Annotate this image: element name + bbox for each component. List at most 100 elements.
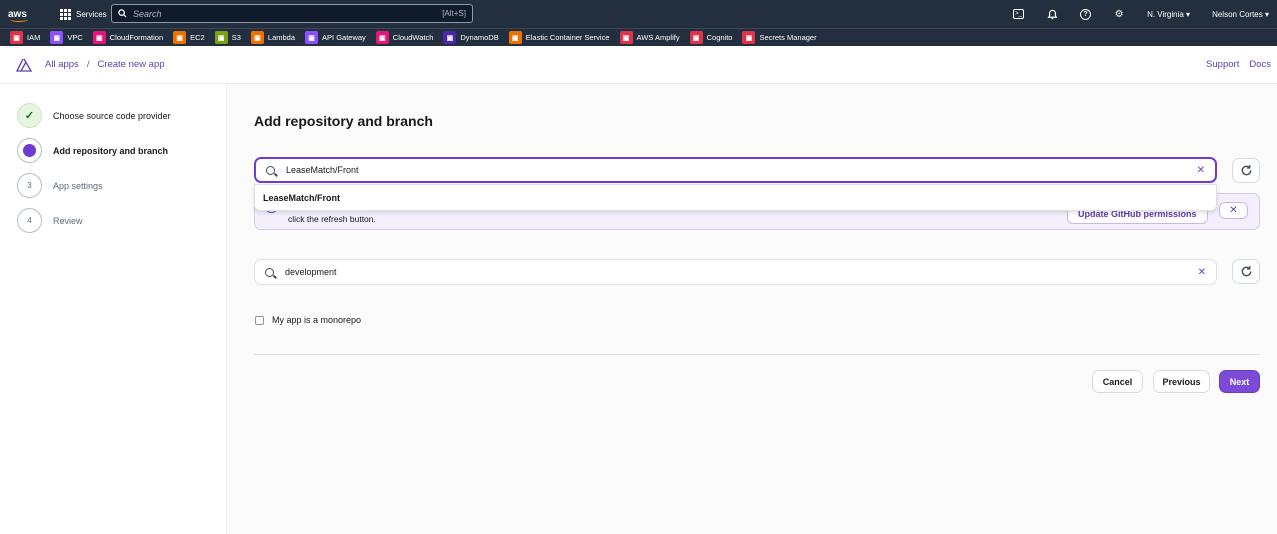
refresh-icon <box>1241 165 1251 176</box>
docs-link[interactable]: Docs <box>1249 59 1271 70</box>
breadcrumb-create-new-app[interactable]: Create new app <box>97 59 164 70</box>
global-search-input[interactable]: Search [Alt+S] <box>111 4 473 23</box>
favorite-label: EC2 <box>190 33 205 42</box>
refresh-icon <box>1241 266 1251 277</box>
step-label: Choose source code provider <box>53 110 171 121</box>
check-icon: ✓ <box>17 103 42 128</box>
favorite-cloudwatch[interactable]: ▣ CloudWatch <box>375 31 434 44</box>
alert-text: click the refresh button. <box>288 214 376 224</box>
step-choose-source[interactable]: ✓ Choose source code provider <box>17 103 171 128</box>
search-placeholder: Search <box>133 8 162 19</box>
favorite-secrets-manager[interactable]: ▣ Secrets Manager <box>742 31 817 44</box>
step-number: 4 <box>17 208 42 233</box>
favorite-label: IAM <box>27 33 41 42</box>
amplify-icon: ▣ <box>619 31 633 44</box>
repository-value: LeaseMatch/Front <box>286 165 359 175</box>
favorite-label: CloudFormation <box>109 33 164 42</box>
favorite-vpc[interactable]: ▣ VPC <box>50 31 83 44</box>
favorite-amplify[interactable]: ▣ AWS Amplify <box>619 31 680 44</box>
cancel-button[interactable]: Cancel <box>1092 370 1143 393</box>
aws-smile-icon <box>10 17 28 22</box>
branch-value: development <box>285 267 337 277</box>
wizard-steps: ✓ Choose source code provider Add reposi… <box>0 84 227 534</box>
breadcrumb-separator: / <box>86 59 90 70</box>
region-selector[interactable]: N. Virginia ▾ <box>1147 10 1190 19</box>
monorepo-checkbox[interactable]: My app is a monorepo <box>255 315 361 325</box>
step-label: Review <box>53 215 83 226</box>
step-add-repository[interactable]: Add repository and branch <box>17 138 168 163</box>
services-label: Services <box>76 9 107 19</box>
favorite-label: API Gateway <box>322 33 366 42</box>
favorite-label: Lambda <box>267 33 296 42</box>
cognito-icon: ▣ <box>689 31 703 44</box>
search-icon <box>265 267 274 277</box>
step-current-indicator <box>17 138 42 163</box>
favorite-lambda[interactable]: ▣ Lambda <box>250 31 296 44</box>
cloudwatch-icon: ▣ <box>375 31 389 44</box>
repository-option[interactable]: LeaseMatch/Front <box>254 184 1217 211</box>
favorite-label: Cognito <box>706 33 733 42</box>
breadcrumb-all-apps[interactable]: All apps <box>45 59 79 70</box>
cloudformation-icon: ▣ <box>92 31 106 44</box>
favorite-label: CloudWatch <box>392 33 434 42</box>
step-label: App settings <box>53 180 103 191</box>
favorite-label: Elastic Container Service <box>525 33 610 42</box>
dismiss-alert-button[interactable]: ✕ <box>1219 202 1248 219</box>
gear-icon[interactable]: ⚙ <box>1113 8 1125 20</box>
support-link[interactable]: Support <box>1206 59 1239 70</box>
ec2-icon: ▣ <box>173 31 187 44</box>
step-label: Add repository and branch <box>53 145 169 156</box>
cloudshell-icon[interactable]: >_ <box>1013 9 1025 19</box>
bell-icon[interactable] <box>1046 8 1058 20</box>
next-button[interactable]: Next <box>1219 370 1260 393</box>
previous-button[interactable]: Previous <box>1153 370 1210 393</box>
secrets-manager-icon: ▣ <box>742 31 756 44</box>
services-menu-button[interactable]: Services <box>60 8 107 20</box>
step-number: 3 <box>17 173 42 198</box>
s3-icon: ▣ <box>214 31 228 44</box>
favorite-cloudformation[interactable]: ▣ CloudFormation <box>92 31 164 44</box>
favorite-ecs[interactable]: ▣ Elastic Container Service <box>508 31 610 44</box>
favorite-cognito[interactable]: ▣ Cognito <box>689 31 733 44</box>
clear-icon[interactable]: ✕ <box>1197 165 1205 176</box>
help-icon[interactable]: ? <box>1080 8 1092 20</box>
favorite-s3[interactable]: ▣ S3 <box>214 31 241 44</box>
app-header: All apps / Create new app Support Docs <box>0 46 1277 84</box>
aws-logo[interactable]: aws <box>8 3 44 25</box>
favorite-iam[interactable]: ▣ IAM <box>10 31 40 44</box>
favorite-label: AWS Amplify <box>636 33 680 42</box>
grid-icon <box>60 8 71 20</box>
current-dot-icon <box>23 144 36 157</box>
favorite-label: VPC <box>67 33 83 42</box>
refresh-branches-button[interactable] <box>1232 259 1260 284</box>
favorite-dynamodb[interactable]: ▣ DynamoDB <box>443 31 499 44</box>
bell-shape <box>1047 9 1058 19</box>
top-navigation: aws Services Search [Alt+S] >_ ? ⚙ N. Vi… <box>0 0 1277 28</box>
favorites-bar: ▣ IAM ▣ VPC ▣ CloudFormation ▣ EC2 ▣ S3 ▣ Lambda ▣ AP… <box>0 28 1277 46</box>
monorepo-label: My app is a monorepo <box>272 315 362 325</box>
refresh-repositories-button[interactable] <box>1232 158 1260 183</box>
header-links: Support Docs <box>1206 59 1271 70</box>
favorite-ec2[interactable]: ▣ EC2 <box>173 31 205 44</box>
dynamodb-icon: ▣ <box>443 31 457 44</box>
iam-icon: ▣ <box>10 31 23 44</box>
main-content: Add repository and branch i click the re… <box>227 84 1277 534</box>
amplify-logo-icon[interactable] <box>16 58 32 72</box>
checkbox-box[interactable] <box>255 315 264 325</box>
favorite-label: Secrets Manager <box>759 33 817 42</box>
breadcrumb: All apps / Create new app <box>45 59 165 70</box>
search-icon <box>266 165 275 175</box>
vpc-icon: ▣ <box>50 31 64 44</box>
api-gateway-icon: ▣ <box>305 31 319 44</box>
divider <box>254 354 1260 355</box>
favorite-api-gateway[interactable]: ▣ API Gateway <box>305 31 366 44</box>
account-menu[interactable]: Nelson Cortes ▾ <box>1212 10 1269 19</box>
step-review: 4 Review <box>17 208 83 233</box>
repository-select-input[interactable]: LeaseMatch/Front ✕ <box>254 157 1217 183</box>
step-app-settings: 3 App settings <box>17 173 103 198</box>
branch-select-input[interactable]: development ✕ <box>254 259 1217 285</box>
clear-icon[interactable]: ✕ <box>1198 267 1206 278</box>
search-shortcut-hint: [Alt+S] <box>442 9 466 18</box>
favorite-label: S3 <box>231 33 241 42</box>
search-icon <box>118 9 127 18</box>
